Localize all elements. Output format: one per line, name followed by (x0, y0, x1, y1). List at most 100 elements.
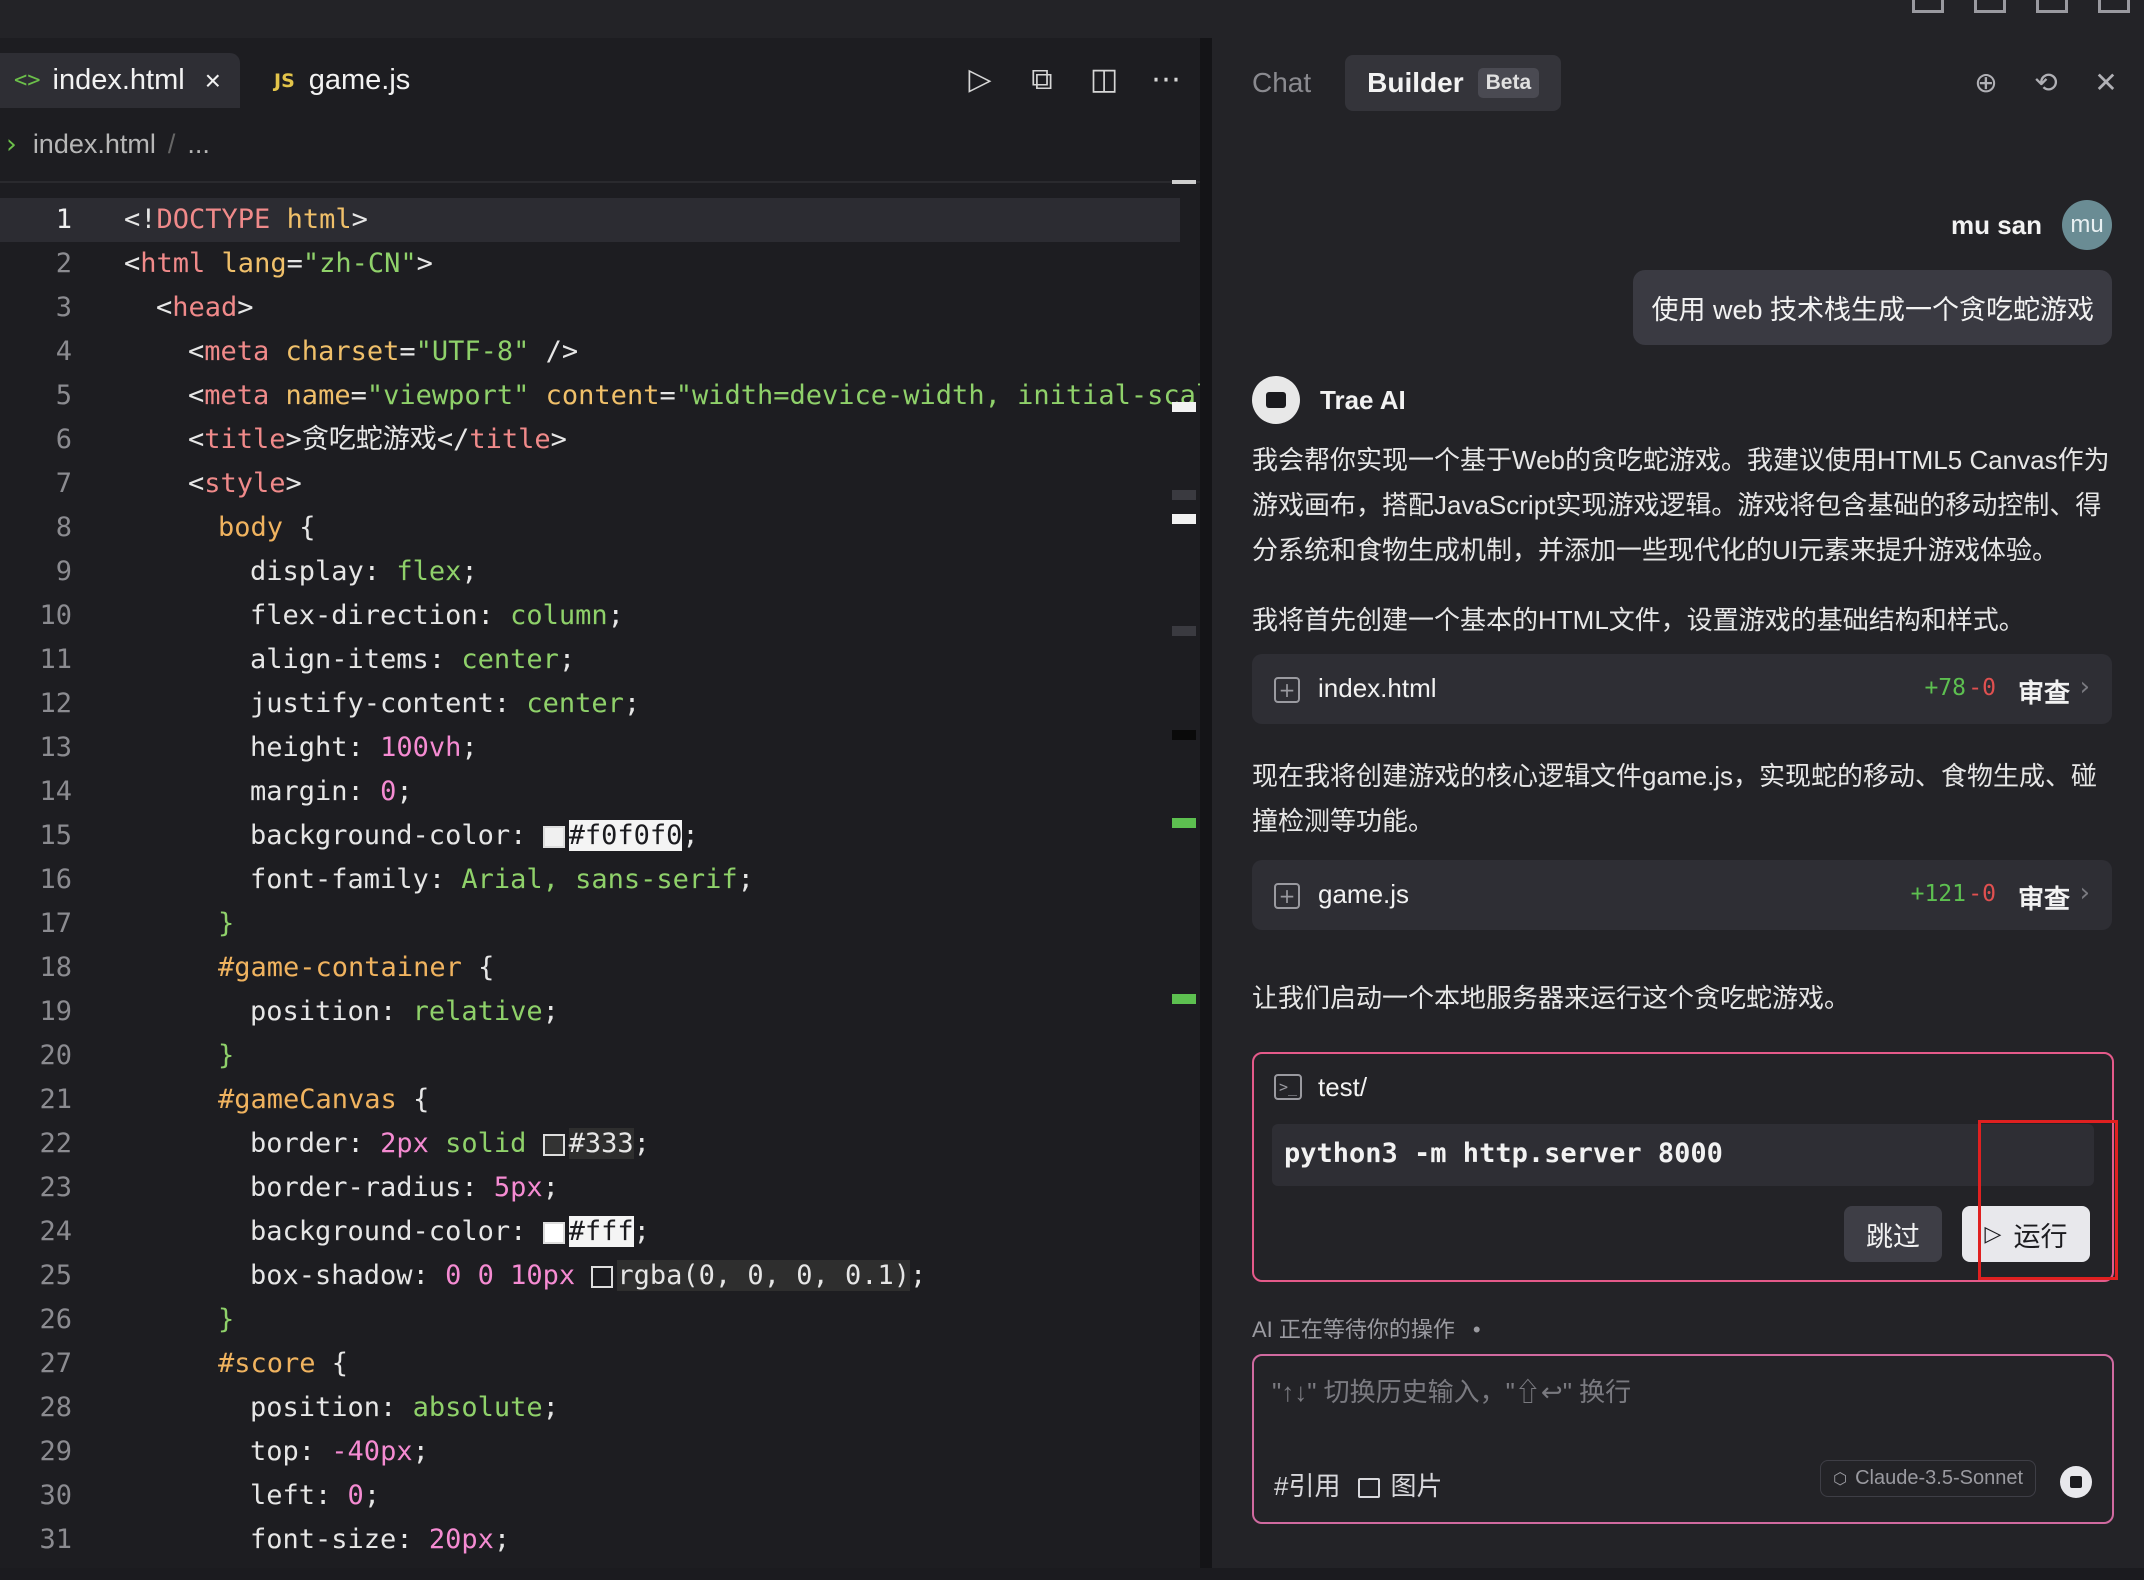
chevron-right-icon: › (2079, 672, 2090, 702)
code-line: 1 <!DOCTYPE html> (0, 198, 1180, 242)
run-icon[interactable]: ▷ (964, 64, 996, 96)
trae-logo-icon (1252, 376, 1300, 424)
close-icon[interactable]: ✕ (2090, 66, 2122, 99)
code-line: 20} (0, 1034, 1180, 1078)
chevron-right-icon: › (6, 128, 17, 160)
image-button[interactable]: 图片 (1358, 1466, 1442, 1503)
line-number: 18 (39, 952, 72, 983)
line-number: 29 (39, 1436, 72, 1467)
line-number: 16 (39, 864, 72, 895)
line-number: 28 (39, 1392, 72, 1423)
file-change-card[interactable]: + index.html +78 -0 审查 › (1252, 654, 2112, 724)
tab-chat[interactable]: Chat (1252, 67, 1331, 99)
editor-actions: ▷ ⧉ ◫ ⋯ (964, 64, 1182, 96)
tab-builder-label: Builder (1367, 67, 1464, 98)
panel-divider[interactable] (1200, 38, 1212, 1568)
reference-button[interactable]: #引用 (1274, 1466, 1340, 1503)
user-name: mu san (1950, 209, 2042, 240)
line-number: 20 (39, 1040, 72, 1071)
lines-removed: -0 (1968, 881, 1996, 907)
color-swatch[interactable] (542, 1133, 565, 1156)
lines-added: +121 (1910, 881, 1966, 907)
line-number: 5 (55, 380, 72, 411)
ai-message: 我将首先创建一个基本的HTML文件，设置游戏的基础结构和样式。 (1252, 605, 2025, 635)
stop-icon (2070, 1476, 2082, 1488)
ai-message: 我会帮你实现一个基于Web的贪吃蛇游戏。我建议使用HTML5 Canvas作为游… (1252, 445, 2110, 565)
code-area[interactable]: 1 <!DOCTYPE html> 2 <html lang="zh-CN"> 3 <… (0, 198, 1245, 1562)
plus-icon: + (1274, 883, 1300, 909)
tab-builder[interactable]: Builder Beta (1345, 55, 1562, 111)
color-swatch[interactable] (591, 1265, 614, 1288)
loading-dot: • (1472, 1317, 1481, 1342)
line-number: 9 (55, 556, 72, 587)
input-tools: #引用 图片 (1274, 1466, 1442, 1503)
line-number: 15 (39, 820, 72, 851)
layout-right-icon[interactable] (2036, 0, 2068, 13)
code-line: 15 background-color: #f0f0f0; (0, 814, 1180, 858)
status-text: AI 正在等待你的操作 • (1252, 1312, 1481, 1344)
line-number: 21 (39, 1084, 72, 1115)
tab-index-html[interactable]: <> index.html × (0, 53, 240, 108)
line-number: 8 (55, 512, 72, 543)
close-icon[interactable]: × (205, 65, 221, 97)
command-text: python3 -m http.server 8000 (1284, 1138, 1723, 1169)
color-swatch[interactable] (542, 825, 565, 848)
code-line: 3 <head> (0, 286, 1180, 330)
editor-tabs: <> index.html × JS game.js ▷ ⧉ ◫ ⋯ (0, 38, 1200, 108)
breadcrumb-separator: / (167, 128, 176, 159)
model-name: Claude-3.5-Sonnet (1855, 1467, 2023, 1489)
chat-tabs: Chat Builder Beta (1252, 54, 1562, 112)
code-line: 25 box-shadow: 0 0 10px rgba(0, 0, 0, 0.1… (0, 1254, 1180, 1298)
code-line: 30 left: 0; (0, 1474, 1180, 1518)
code-line: 14 margin: 0; (0, 770, 1180, 814)
preview-icon[interactable]: ⧉ (1026, 64, 1058, 96)
file-name: index.html (1318, 673, 1437, 703)
review-button[interactable]: 审查 (2018, 673, 2070, 710)
window-layout-controls (1912, 0, 2130, 13)
line-number: 31 (39, 1524, 72, 1555)
ai-name: Trae AI (1320, 384, 1406, 415)
color-swatch[interactable] (542, 1221, 565, 1244)
review-button[interactable]: 审查 (2018, 879, 2070, 916)
line-number: 11 (39, 644, 72, 675)
terminal-icon: >_ (1274, 1074, 1302, 1100)
line-number: 27 (39, 1348, 72, 1379)
model-selector[interactable]: ⬡ Claude-3.5-Sonnet (1820, 1460, 2036, 1497)
code-line: 26} (0, 1298, 1180, 1342)
line-number: 17 (39, 908, 72, 939)
breadcrumb-file[interactable]: index.html (33, 129, 156, 160)
code-line: 19 position: relative; (0, 990, 1180, 1034)
file-change-card[interactable]: + game.js +121 -0 审查 › (1252, 860, 2112, 930)
avatar: mu (2062, 200, 2112, 250)
line-number: 7 (55, 468, 72, 499)
code-line: 29 top: -40px; (0, 1430, 1180, 1474)
code-line: 7 <style> (0, 462, 1180, 506)
chat-input[interactable]: "↑↓" 切换历史输入，"⇧↩" 换行 #引用 图片 ⬡ Claude-3.5-… (1252, 1354, 2114, 1524)
code-icon: <> (14, 68, 41, 93)
split-editor-icon[interactable]: ◫ (1088, 64, 1120, 96)
history-icon[interactable]: ⟲ (2030, 66, 2062, 99)
tab-game-js[interactable]: JS game.js (274, 53, 410, 108)
code-line: 31 font-size: 20px; (0, 1518, 1180, 1562)
skip-button[interactable]: 跳过 (1844, 1206, 1942, 1262)
line-number: 10 (39, 600, 72, 631)
layout-left-icon[interactable] (1912, 0, 1944, 13)
window-top-bar (0, 0, 2144, 38)
new-chat-icon[interactable]: ⊕ (1970, 66, 2002, 99)
layout-full-icon[interactable] (2098, 0, 2130, 13)
breadcrumb: › index.html / ... (0, 124, 210, 164)
line-number: 22 (39, 1128, 72, 1159)
line-number: 30 (39, 1480, 72, 1511)
layout-bottom-icon[interactable] (1974, 0, 2006, 13)
ai-builder-panel: Chat Builder Beta ⊕ ⟲ ✕ mu san mu 使用 web… (1212, 38, 2144, 1568)
stop-button[interactable] (2060, 1466, 2092, 1498)
code-line: 18 #game-container { (0, 946, 1180, 990)
tab-label: game.js (308, 64, 411, 96)
breadcrumb-rest[interactable]: ... (187, 129, 210, 160)
code-line: 17} (0, 902, 1180, 946)
tab-label: index.html (52, 64, 185, 96)
divider (0, 181, 1200, 183)
minimap[interactable] (1172, 178, 1196, 1558)
beta-badge: Beta (1477, 68, 1540, 98)
more-icon[interactable]: ⋯ (1150, 64, 1182, 96)
